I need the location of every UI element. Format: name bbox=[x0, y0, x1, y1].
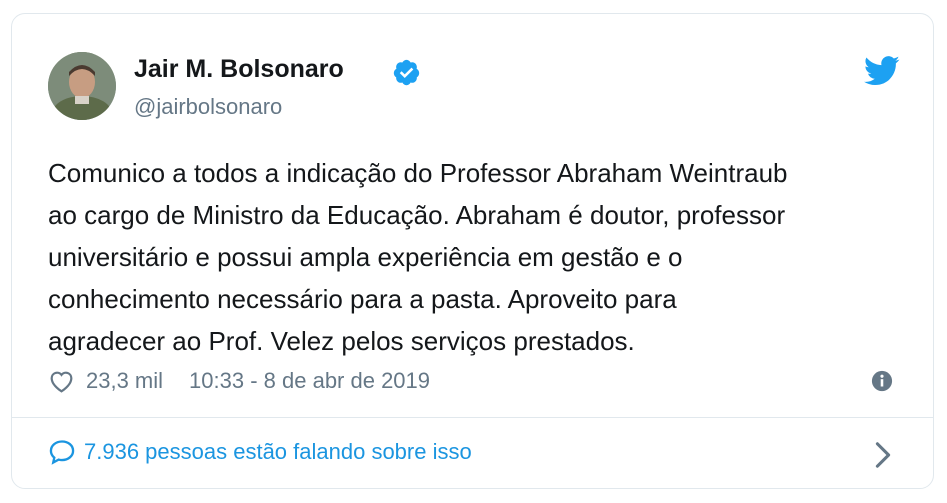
avatar[interactable] bbox=[48, 52, 116, 120]
like-count[interactable]: 23,3 mil bbox=[86, 368, 163, 394]
tweet-card: Jair M. Bolsonaro @jairbolsonaro Comunic… bbox=[11, 13, 934, 489]
tweet-text: Comunico a todos a indicação do Professo… bbox=[48, 152, 918, 362]
tweet-line: conhecimento necessário para a pasta. Ap… bbox=[48, 284, 677, 314]
divider bbox=[12, 417, 933, 418]
info-icon[interactable] bbox=[871, 370, 893, 392]
tweet-line: ao cargo de Ministro da Educação. Abraha… bbox=[48, 200, 786, 230]
conversation-link[interactable]: 7.936 pessoas estão falando sobre isso bbox=[48, 438, 472, 466]
timestamp[interactable]: 10:33 - 8 de abr de 2019 bbox=[189, 368, 430, 394]
heart-icon[interactable] bbox=[48, 369, 75, 393]
speech-bubble-icon bbox=[49, 440, 75, 465]
tweet-line: universitário e possui ampla experiência… bbox=[48, 242, 683, 272]
chevron-right-icon[interactable] bbox=[874, 441, 892, 469]
tweet-line: agradecer ao Prof. Velez pelos serviços … bbox=[48, 326, 635, 356]
user-handle[interactable]: @jairbolsonaro bbox=[134, 94, 282, 120]
conversation-label[interactable]: 7.936 pessoas estão falando sobre isso bbox=[84, 439, 472, 465]
tweet-meta: 23,3 mil 10:33 - 8 de abr de 2019 bbox=[48, 366, 430, 396]
twitter-bird-icon[interactable] bbox=[864, 56, 900, 86]
tweet-line: Comunico a todos a indicação do Professo… bbox=[48, 158, 788, 188]
verified-badge-icon bbox=[393, 59, 420, 86]
profile-photo-icon bbox=[48, 52, 116, 120]
display-name[interactable]: Jair M. Bolsonaro bbox=[134, 55, 344, 84]
